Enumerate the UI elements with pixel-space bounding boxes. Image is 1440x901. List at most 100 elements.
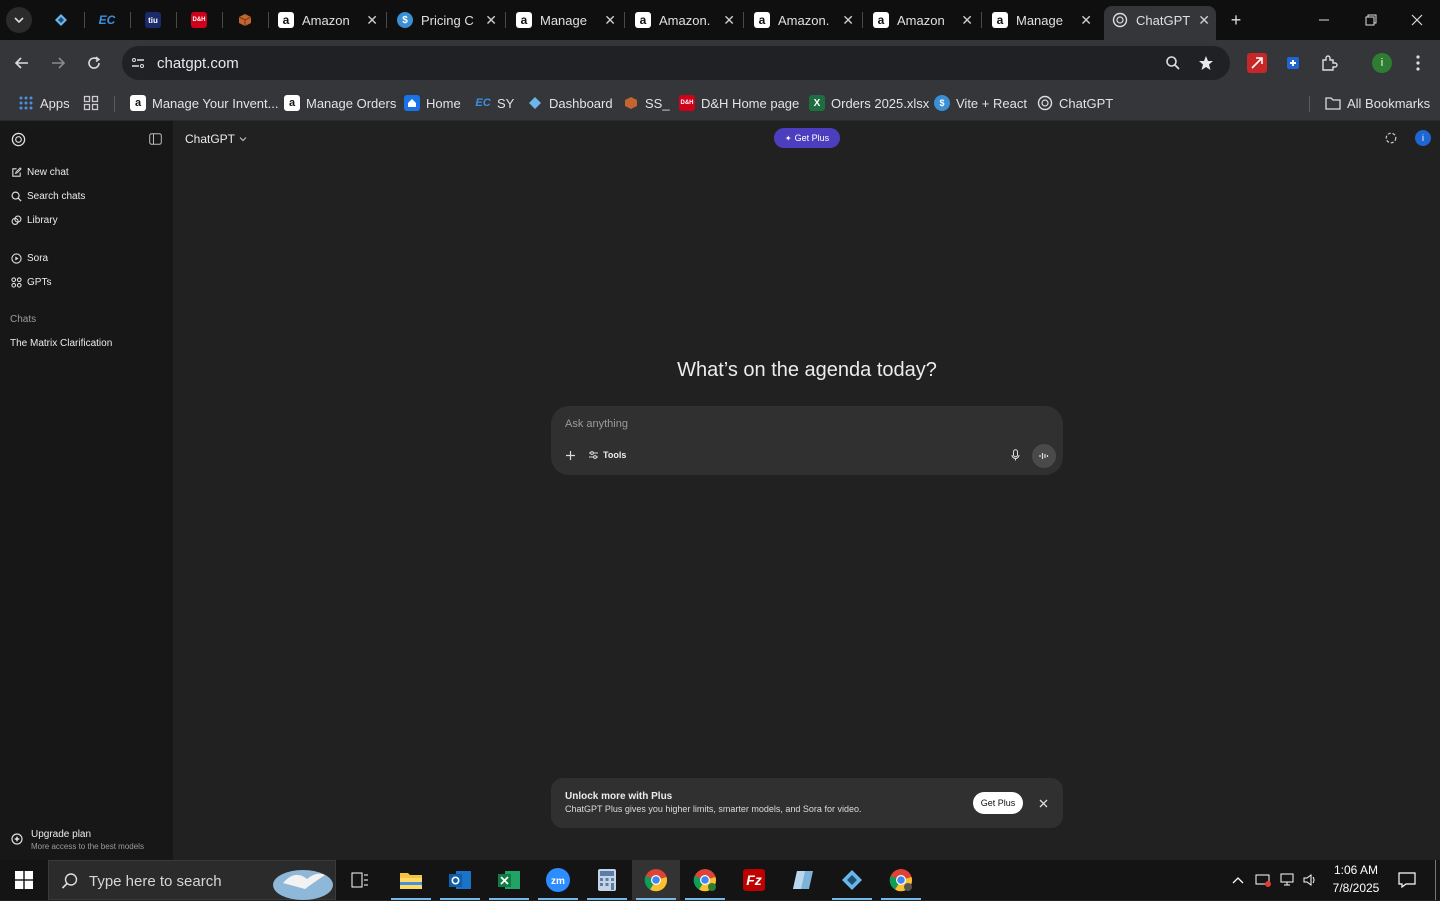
bookmark-star-icon[interactable] (1198, 55, 1214, 71)
tray-volume-icon[interactable] (1301, 871, 1319, 889)
plus-icon (565, 450, 575, 460)
sidebar-item-sora[interactable]: Sora (11, 250, 48, 266)
extensions-puzzle-icon[interactable] (1319, 53, 1339, 73)
sidebar-item-search-chats[interactable]: Search chats (11, 188, 85, 204)
temporary-chat-button[interactable] (1384, 131, 1398, 145)
extension-red-icon[interactable] (1247, 53, 1267, 73)
bookmark-home[interactable]: Home (404, 93, 461, 113)
close-tab-icon[interactable]: ✕ (485, 12, 497, 29)
taskbar-outlook[interactable] (436, 860, 484, 900)
dictate-button[interactable] (1008, 448, 1022, 462)
get-plus-banner-button[interactable]: Get Plus (973, 792, 1023, 814)
tab-amazon-1[interactable]: a Amazon ✕ (278, 6, 386, 34)
tab-manage-1[interactable]: a Manage ✕ (516, 6, 624, 34)
tab-amazon-2[interactable]: a Amazon. ✕ (635, 6, 743, 34)
tab-pricing[interactable]: $ Pricing C ✕ (397, 6, 505, 34)
composer: Ask anything Tools (551, 406, 1063, 475)
clock-date[interactable]: 7/8/2025 (1326, 881, 1386, 895)
tools-label: Tools (603, 450, 627, 460)
browser-tab-strip: EC tiu D&H a Amazon ✕ $ Pricing C ✕ a Ma… (0, 0, 1440, 40)
bookmark-vite-react[interactable]: $ Vite + React (934, 93, 1027, 113)
user-avatar[interactable]: i (1415, 130, 1431, 146)
chat-item[interactable]: The Matrix Clarification (10, 338, 112, 349)
back-button[interactable] (10, 52, 34, 74)
tab-amazon-4[interactable]: a Amazon ✕ (873, 6, 981, 34)
taskbar-filezilla[interactable]: Fz (730, 860, 778, 900)
profile-avatar[interactable]: i (1372, 53, 1392, 73)
close-window-button[interactable] (1405, 10, 1429, 30)
zoom-icon[interactable] (1165, 55, 1181, 71)
tab-manage-2[interactable]: a Manage ✕ (992, 6, 1100, 34)
tab-chatgpt-active[interactable]: ChatGPT ✕ (1104, 6, 1216, 40)
notifications-button[interactable] (1396, 870, 1418, 890)
start-button[interactable] (0, 860, 48, 900)
clock-time[interactable]: 1:06 AM (1326, 863, 1386, 877)
tab-amazon-3[interactable]: a Amazon. ✕ (754, 6, 862, 34)
restore-button[interactable] (1359, 10, 1383, 30)
close-tab-icon[interactable]: ✕ (366, 12, 378, 29)
taskbar-chrome-active[interactable] (632, 860, 680, 900)
sidebar-item-library[interactable]: Library (11, 212, 58, 228)
close-sidebar-button[interactable] (148, 132, 162, 146)
taskbar-search-box[interactable]: Type here to search (48, 860, 336, 900)
get-plus-header-button[interactable]: ✦ Get Plus (774, 128, 840, 148)
bookmark-chatgpt[interactable]: ChatGPT (1037, 93, 1113, 113)
taskbar-file-explorer[interactable] (387, 860, 435, 900)
tab-pinned-1[interactable] (38, 6, 84, 34)
browser-menu-icon[interactable] (1408, 53, 1428, 73)
bookmark-apps[interactable]: Apps (18, 93, 70, 113)
taskbar-chrome-3[interactable] (877, 860, 925, 900)
voice-mode-button[interactable] (1032, 444, 1056, 468)
tools-button[interactable]: Tools (588, 447, 626, 463)
extension-blue-icon[interactable] (1283, 53, 1303, 73)
bookmark-sy[interactable]: EC SY (475, 93, 514, 113)
tray-security-icon[interactable] (1254, 871, 1272, 889)
close-tab-icon[interactable]: ✕ (1198, 12, 1210, 29)
taskbar-chrome-2[interactable] (681, 860, 729, 900)
tab-pinned-4[interactable]: D&H (176, 6, 222, 34)
bookmark-ss[interactable]: SS_ (623, 93, 670, 113)
all-bookmarks-button[interactable]: All Bookmarks (1325, 93, 1430, 113)
bookmark-orders-xlsx[interactable]: X Orders 2025.xlsx (809, 93, 929, 113)
bookmark-manage-inventory[interactable]: a Manage Your Invent... (130, 93, 278, 113)
chrome-icon (644, 869, 668, 892)
reload-button[interactable] (82, 52, 106, 74)
openai-logo-icon[interactable] (10, 131, 26, 147)
tray-network-icon[interactable] (1278, 871, 1296, 889)
tab-pinned-5[interactable] (222, 6, 268, 34)
taskbar-zoom[interactable]: zm (534, 860, 582, 900)
prompt-input[interactable]: Ask anything (565, 418, 1005, 434)
forward-button[interactable] (46, 52, 70, 74)
bookmark-tab-groups[interactable] (83, 93, 99, 113)
tab-pinned-3[interactable]: tiu (130, 6, 176, 34)
show-hidden-icons-button[interactable] (1230, 872, 1246, 888)
tiu-logo-icon: tiu (145, 12, 161, 28)
model-selector[interactable]: ChatGPT (185, 131, 247, 147)
new-tab-button[interactable]: + (1226, 10, 1246, 30)
bookmark-label: Manage Your Invent... (152, 95, 279, 111)
dismiss-banner-button[interactable] (1036, 796, 1050, 810)
close-tab-icon[interactable]: ✕ (604, 12, 616, 29)
address-bar[interactable]: chatgpt.com (122, 46, 1230, 80)
close-tab-icon[interactable]: ✕ (961, 12, 973, 29)
show-desktop-strip[interactable] (1435, 860, 1436, 900)
tab-pinned-2[interactable]: EC (84, 6, 130, 34)
taskbar-app-diamond[interactable] (828, 860, 876, 900)
task-view-button[interactable] (343, 870, 377, 890)
upgrade-plan-button[interactable]: Upgrade plan More access to the best mod… (0, 821, 173, 857)
close-tab-icon[interactable]: ✕ (723, 12, 735, 29)
close-tab-icon[interactable]: ✕ (842, 12, 854, 29)
close-tab-icon[interactable]: ✕ (1080, 12, 1092, 29)
tab-search-button[interactable] (6, 7, 32, 33)
minimize-button[interactable] (1312, 10, 1336, 30)
bookmark-dh-home[interactable]: D&H D&H Home page (679, 93, 799, 113)
bookmark-manage-orders[interactable]: a Manage Orders (284, 93, 396, 113)
taskbar-calculator[interactable] (583, 860, 631, 900)
site-info-icon[interactable] (130, 55, 146, 71)
taskbar-excel[interactable] (485, 860, 533, 900)
attach-button[interactable] (562, 447, 578, 463)
taskbar-app-crystal[interactable] (779, 860, 827, 900)
sidebar-item-new-chat[interactable]: New chat (11, 164, 69, 180)
bookmark-dashboard[interactable]: Dashboard (527, 93, 613, 113)
sidebar-item-gpts[interactable]: GPTs (11, 274, 51, 290)
